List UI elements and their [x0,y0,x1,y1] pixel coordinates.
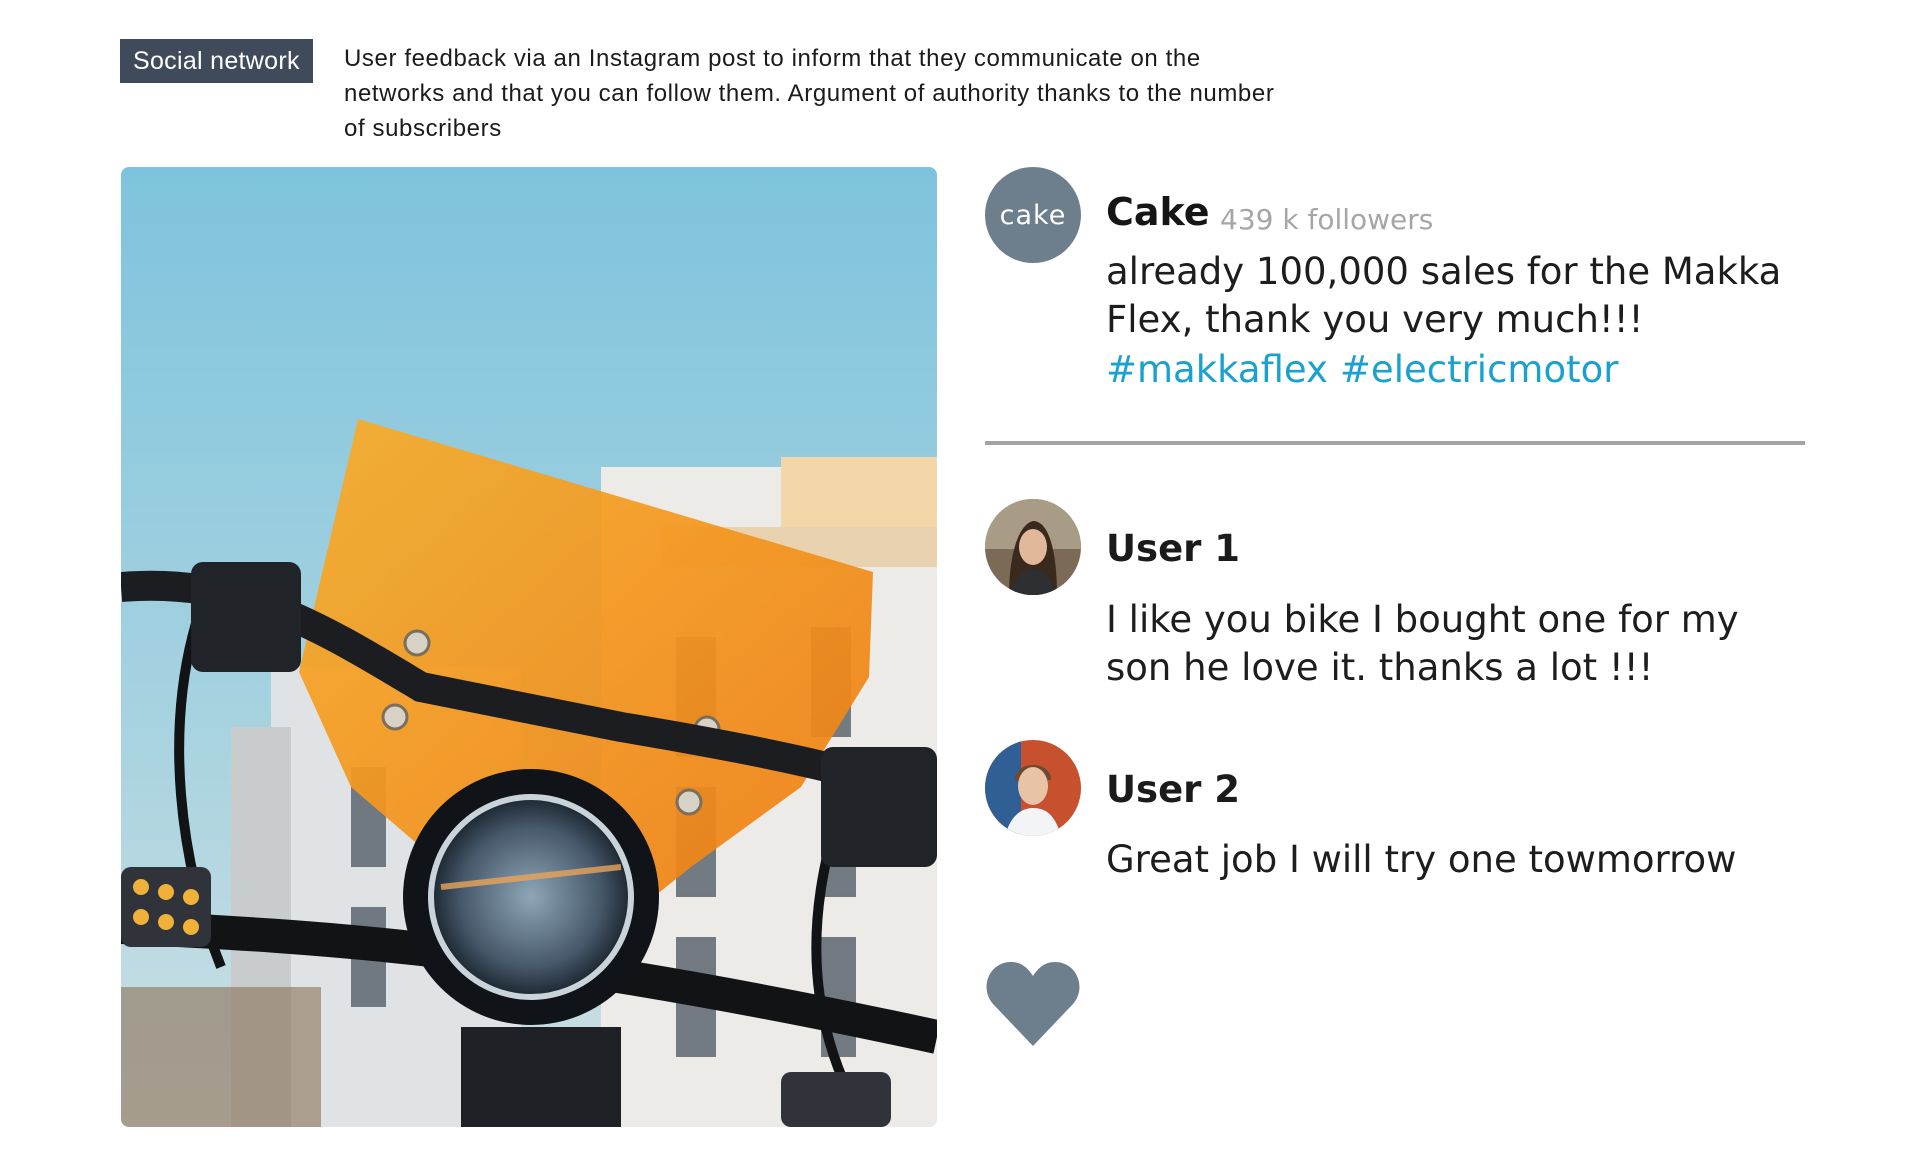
user-1-name[interactable]: User 1 [1106,527,1240,570]
motorbike-photo [121,167,937,1127]
user-2-avatar[interactable] [985,740,1081,836]
user-avatar-icon [985,499,1081,595]
brand-avatar[interactable]: cake [985,167,1081,263]
post-image[interactable] [121,167,937,1127]
user-2-name[interactable]: User 2 [1106,768,1240,811]
user-2-comment: Great job I will try one towmorrow [1106,838,1737,881]
hashtags: #makkaflex #electricmotor [1106,346,1630,394]
category-tag: Social network [120,39,313,83]
hashtag-link[interactable]: #makkaflex [1106,348,1328,391]
user-1-avatar[interactable] [985,499,1081,595]
divider [985,441,1805,445]
description-text: User feedback via an Instagram post to i… [344,45,1275,142]
followers-count: 439 k followers [1220,203,1434,236]
post-caption: already 100,000 sales for the Makka Flex… [1106,250,1782,341]
heart-icon[interactable] [985,958,1081,1048]
brand-name[interactable]: Cake [1106,190,1210,234]
user-avatar-icon [985,740,1081,836]
user-1-comment: I like you bike I bought one for my son … [1106,598,1739,689]
hashtag-link[interactable]: #electricmotor [1340,348,1619,391]
